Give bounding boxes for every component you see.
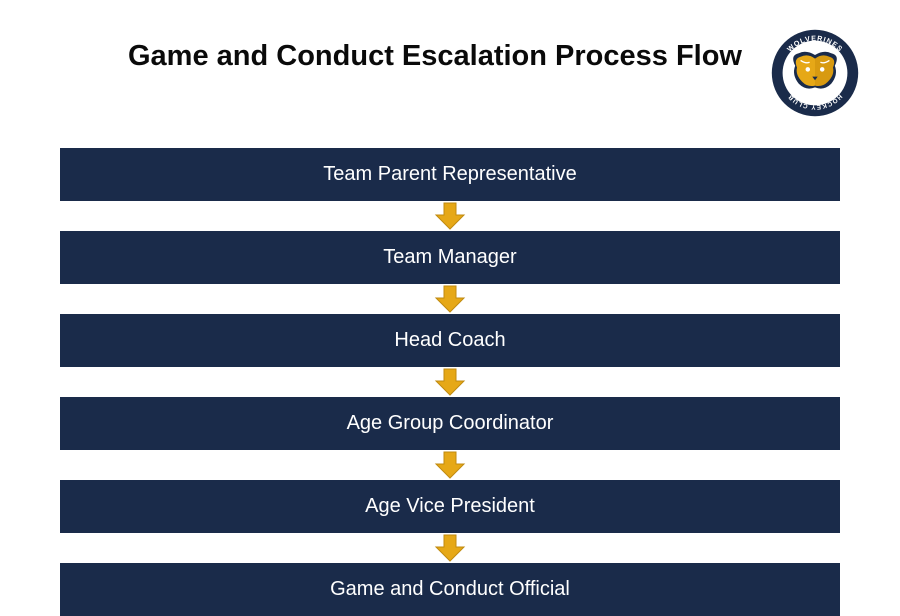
step-label: Team Manager bbox=[383, 246, 516, 268]
step-age-group-coordinator: Age Group Coordinator bbox=[60, 397, 840, 450]
step-team-manager: Team Manager bbox=[60, 231, 840, 284]
step-label: Head Coach bbox=[394, 329, 505, 351]
step-label: Age Group Coordinator bbox=[347, 412, 554, 434]
step-label: Team Parent Representative bbox=[323, 163, 576, 185]
arrow-down-icon bbox=[434, 367, 466, 397]
step-age-vice-president: Age Vice President bbox=[60, 480, 840, 533]
page-title: Game and Conduct Escalation Process Flow bbox=[100, 40, 770, 73]
step-game-conduct-official: Game and Conduct Official bbox=[60, 563, 840, 616]
arrow-down-icon bbox=[434, 450, 466, 480]
step-label: Age Vice President bbox=[365, 495, 535, 517]
escalation-flow: Team Parent Representative Team Manager … bbox=[0, 148, 900, 616]
arrow-down-icon bbox=[434, 533, 466, 563]
step-label: Game and Conduct Official bbox=[330, 578, 570, 600]
arrow-down-icon bbox=[434, 284, 466, 314]
header: Game and Conduct Escalation Process Flow… bbox=[0, 0, 900, 138]
arrow-down-icon bbox=[434, 201, 466, 231]
wolverines-logo-icon: WOLVERINES HOCKEY CLUB bbox=[770, 28, 860, 118]
club-logo: WOLVERINES HOCKEY CLUB bbox=[770, 28, 860, 118]
step-team-parent-rep: Team Parent Representative bbox=[60, 148, 840, 201]
step-head-coach: Head Coach bbox=[60, 314, 840, 367]
